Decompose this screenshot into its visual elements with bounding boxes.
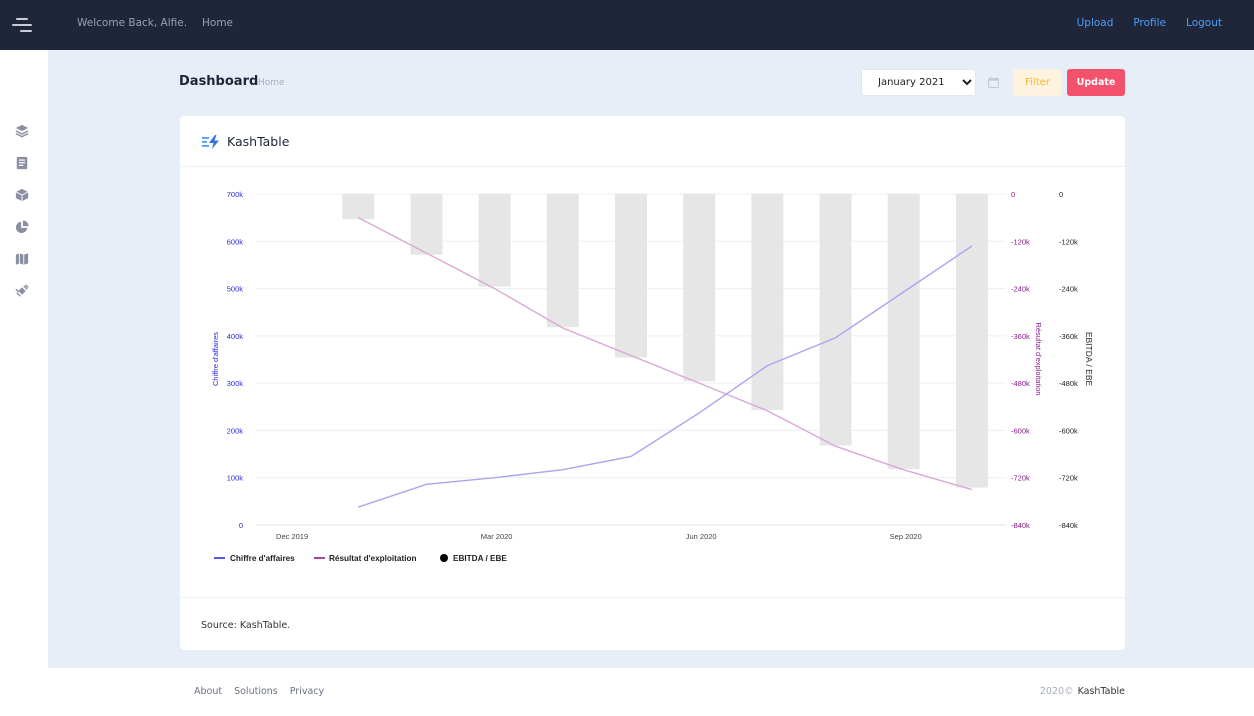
left-axis-tick-label: 100k xyxy=(227,474,244,483)
page-footer: About Solutions Privacy 2020© KashTable xyxy=(48,668,1254,716)
box-icon[interactable] xyxy=(14,187,30,203)
copyright: 2020© KashTable xyxy=(1040,686,1125,697)
resultat-exploitation-line xyxy=(357,217,973,491)
breadcrumb[interactable]: Home xyxy=(258,78,285,88)
footer-link-solutions[interactable]: Solutions xyxy=(234,686,278,697)
legend-label: Résultat d'exploitation xyxy=(329,554,416,563)
calendar-icon[interactable] xyxy=(980,69,1006,96)
right-axis-tick-label: -120k xyxy=(1011,237,1030,246)
sidebar xyxy=(0,50,48,716)
pie-chart-icon[interactable] xyxy=(14,219,30,235)
right-axis-tick-label: -360k xyxy=(1011,332,1030,341)
right-axis-tick-label: -240k xyxy=(1011,285,1030,294)
right-axis-title: Résultat d'exploitation xyxy=(1034,322,1043,395)
welcome-text: Welcome Back, Alfie. xyxy=(77,17,188,29)
source-text: Source: KashTable. xyxy=(201,620,291,631)
logout-link[interactable]: Logout xyxy=(1186,17,1222,29)
card-footer: Source: KashTable. xyxy=(180,597,1125,650)
ebitda-axis-tick-label: -360k xyxy=(1059,332,1078,341)
layers-icon[interactable] xyxy=(14,123,30,139)
left-axis-title: Chiffre d'affaires xyxy=(211,332,220,386)
ebitda-axis-tick-label: -240k xyxy=(1059,285,1078,294)
ebitda-bar xyxy=(478,194,511,287)
ebitda-bar xyxy=(887,194,920,470)
right-axis-tick-label: -600k xyxy=(1011,426,1030,435)
ebitda-axis-tick-label: -840k xyxy=(1059,521,1078,530)
x-axis-tick-label: Dec 2019 xyxy=(276,532,308,541)
upload-link[interactable]: Upload xyxy=(1077,17,1114,29)
left-axis-tick-label: 400k xyxy=(227,332,244,341)
top-nav-links: Upload Profile Logout xyxy=(1077,17,1222,29)
legend-label: Chiffre d'affaires xyxy=(230,554,295,563)
left-axis-tick-label: 200k xyxy=(227,426,244,435)
left-axis-tick-label: 600k xyxy=(227,237,244,246)
map-icon[interactable] xyxy=(14,251,30,267)
copyright-brand: KashTable xyxy=(1077,686,1125,697)
legend-label: EBITDA / EBE xyxy=(453,554,507,563)
ebitda-bar xyxy=(751,194,784,410)
ebitda-bar xyxy=(955,194,988,488)
ebitda-axis-tick-label: -480k xyxy=(1059,379,1078,388)
combo-chart: 0 100k 200k 300k 400k 500k 600k 700k 0 -120k -240k… xyxy=(211,190,1094,563)
chiffre-affaires-line xyxy=(358,245,973,508)
footer-links: About Solutions Privacy xyxy=(194,686,324,697)
ebitda-bar xyxy=(546,194,579,328)
ebitda-bar xyxy=(683,194,716,382)
left-axis-tick-label: 0 xyxy=(239,521,243,530)
ebitda-axis-tick-label: 0 xyxy=(1059,190,1063,199)
right-axis-tick-label: -720k xyxy=(1011,474,1030,483)
ebitda-bar xyxy=(342,194,375,220)
page-title: Dashboard xyxy=(179,74,259,89)
top-navbar: Welcome Back, Alfie. Home Upload Profile… xyxy=(0,0,1254,50)
x-axis-tick-label: Mar 2020 xyxy=(481,532,513,541)
ebitda-axis-title: EBITDA / EBE xyxy=(1084,332,1094,387)
filter-button[interactable]: Filter xyxy=(1013,69,1062,96)
ebitda-axis-tick-label: -120k xyxy=(1059,237,1078,246)
left-axis-tick-label: 300k xyxy=(227,379,244,388)
copyright-year: 2020© xyxy=(1039,686,1074,697)
ebitda-bar xyxy=(410,194,443,255)
chart-card: KashTable 0 100k 200k 300k 400k 500k 600k 700k 0… xyxy=(180,116,1125,650)
satellite-icon[interactable] xyxy=(14,283,30,299)
ebitda-bar xyxy=(819,194,852,446)
legend-swatch xyxy=(440,554,448,562)
profile-link[interactable]: Profile xyxy=(1133,17,1166,29)
footer-link-about[interactable]: About xyxy=(194,686,222,697)
ebitda-bar xyxy=(615,194,647,358)
ebitda-axis-tick-label: -600k xyxy=(1059,426,1078,435)
update-button[interactable]: Update xyxy=(1067,69,1125,96)
right-axis-tick-label: -480k xyxy=(1011,379,1030,388)
right-axis-tick-label: 0 xyxy=(1011,190,1015,199)
left-axis-tick-label: 700k xyxy=(227,190,244,199)
nav-home-link[interactable]: Home xyxy=(202,17,233,29)
left-axis-tick-label: 500k xyxy=(227,285,244,294)
document-icon[interactable] xyxy=(14,155,30,171)
x-axis-tick-label: Sep 2020 xyxy=(890,532,922,541)
right-axis-tick-label: -840k xyxy=(1011,521,1030,530)
menu-toggle-icon[interactable] xyxy=(12,15,32,35)
x-axis-tick-label: Jun 2020 xyxy=(686,532,717,541)
footer-link-privacy[interactable]: Privacy xyxy=(290,686,324,697)
ebitda-axis-tick-label: -720k xyxy=(1059,474,1078,483)
month-select[interactable]: January 2021 xyxy=(861,69,976,96)
